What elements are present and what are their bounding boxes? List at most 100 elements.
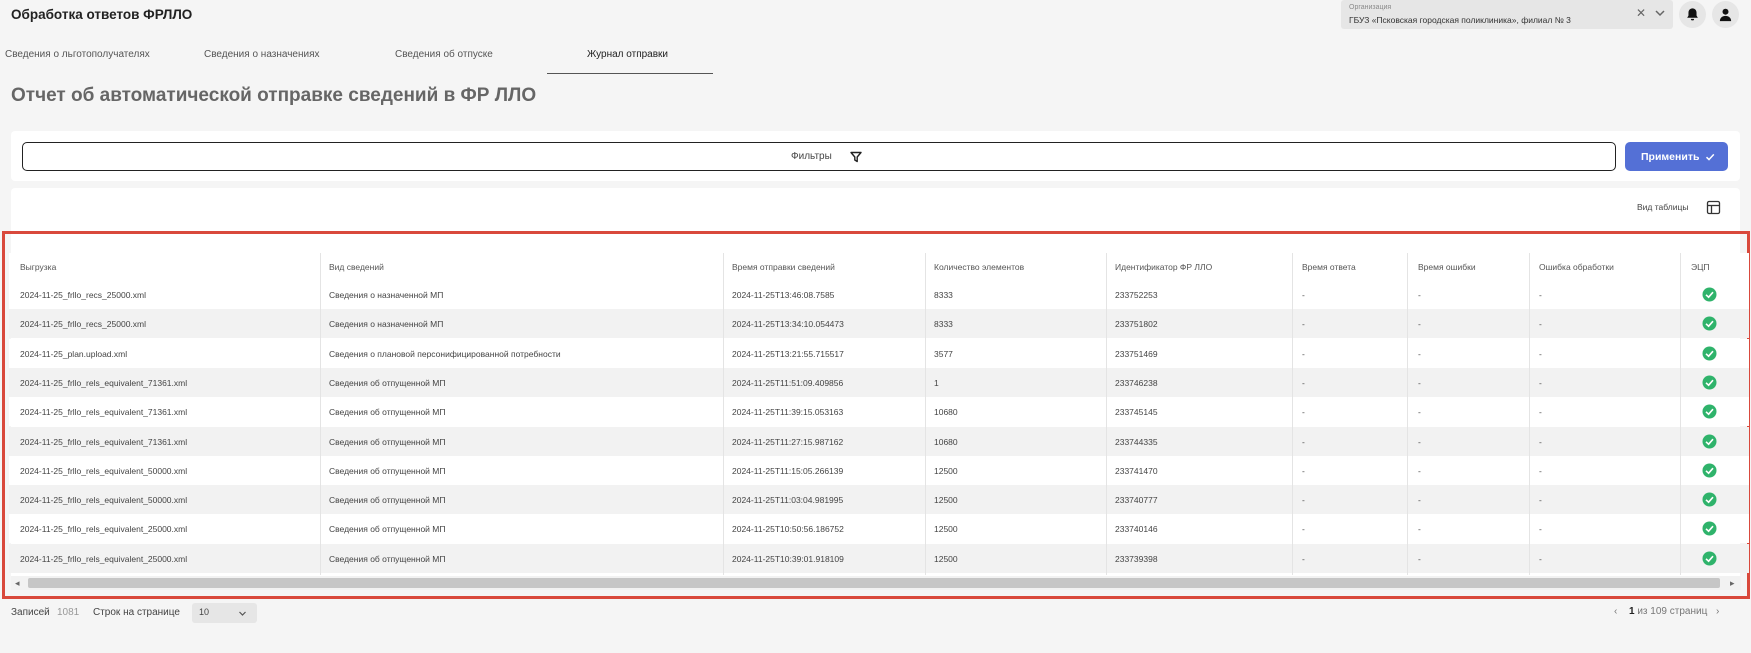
column-divider <box>1407 253 1408 575</box>
filters-button[interactable]: Фильтры <box>22 142 1616 171</box>
cell-frllo-id: 233740146 <box>1115 524 1158 535</box>
cell-sent-time: 2024-11-25T11:51:09.409856 <box>732 377 844 388</box>
app-title: Обработка ответов ФРЛЛО <box>11 7 193 22</box>
cell-error-time: - <box>1418 377 1421 388</box>
cell-frllo-id: 233751469 <box>1115 348 1158 359</box>
tabs-bar: Сведения о льготополучателях Сведения о … <box>0 36 1751 76</box>
column-divider <box>1292 253 1293 575</box>
cell-kind: Сведения об отпущенной МП <box>329 495 446 506</box>
check-circle-icon <box>1702 316 1717 331</box>
column-header-sent-time[interactable]: Время отправки сведений <box>732 262 835 272</box>
cell-count: 1 <box>934 377 939 388</box>
close-icon[interactable]: ✕ <box>1636 6 1646 20</box>
cell-kind: Сведения об отпущенной МП <box>329 524 446 535</box>
table-view-label[interactable]: Вид таблицы <box>1637 202 1688 212</box>
column-divider <box>320 253 321 575</box>
table-row[interactable]: 2024-11-25_frllo_rels_equivalent_25000.x… <box>9 514 1749 544</box>
column-header-frllo-id[interactable]: Идентификатор ФР ЛЛО <box>1115 262 1212 272</box>
cell-upload: 2024-11-25_frllo_rels_equivalent_71361.x… <box>20 377 188 388</box>
tab-send-log[interactable]: Журнал отправки <box>587 49 668 60</box>
scroll-thumb[interactable] <box>28 578 1720 588</box>
cell-response-time: - <box>1302 348 1305 359</box>
table-layout-icon[interactable] <box>1706 200 1721 215</box>
cell-upload: 2024-11-25_frllo_recs_25000.xml <box>20 290 147 300</box>
column-header-response-time[interactable]: Время ответа <box>1302 262 1356 272</box>
column-divider <box>925 253 926 575</box>
active-tab-indicator <box>547 73 713 74</box>
notifications-button[interactable] <box>1679 1 1706 28</box>
table-row[interactable]: 2024-11-25_frllo_rels_equivalent_50000.x… <box>9 485 1749 515</box>
table-row[interactable]: 2024-11-25_frllo_rels_equivalent_71361.x… <box>9 367 1749 397</box>
column-divider <box>1680 253 1681 575</box>
column-divider <box>723 253 724 575</box>
cell-frllo-id: 233740777 <box>1115 495 1158 506</box>
cell-count: 10680 <box>934 407 958 418</box>
cell-error-time: - <box>1418 290 1421 300</box>
cell-response-time: - <box>1302 436 1305 447</box>
cell-response-time: - <box>1302 465 1305 476</box>
cell-frllo-id: 233751802 <box>1115 319 1158 330</box>
rows-per-page-label: Строк на странице <box>93 607 180 618</box>
organization-select[interactable]: Организация ГБУЗ «Псковская городская по… <box>1341 0 1673 29</box>
table-row[interactable]: 2024-11-25_frllo_rels_equivalent_25000.x… <box>9 543 1749 573</box>
cell-processing-error: - <box>1539 377 1542 388</box>
page-indicator: 1 из 109 страниц <box>1629 606 1707 617</box>
horizontal-scrollbar[interactable]: ◂ ▸ <box>11 576 1741 590</box>
column-header-processing-error[interactable]: Ошибка обработки <box>1539 262 1614 272</box>
check-circle-icon <box>1702 551 1717 566</box>
cell-upload: 2024-11-25_frllo_rels_equivalent_50000.x… <box>20 465 188 476</box>
table-row[interactable]: 2024-11-25_frllo_rels_equivalent_50000.x… <box>9 455 1749 485</box>
apply-label: Применить <box>1641 151 1700 163</box>
scroll-left-icon[interactable]: ◂ <box>15 578 20 589</box>
column-header-error-time[interactable]: Время ошибки <box>1418 262 1476 272</box>
tab-dispensing[interactable]: Сведения об отпуске <box>395 49 493 60</box>
table-row[interactable]: 2024-11-25_frllo_rels_equivalent_71361.x… <box>9 397 1749 427</box>
cell-error-time: - <box>1418 436 1421 447</box>
cell-count: 12500 <box>934 524 958 535</box>
scroll-right-icon[interactable]: ▸ <box>1730 578 1735 589</box>
table-row[interactable]: 2024-11-25_frllo_recs_25000.xml Сведения … <box>9 309 1749 339</box>
top-bar: Обработка ответов ФРЛЛО Организация ГБУЗ… <box>0 0 1751 36</box>
cell-sent-time: 2024-11-25T11:15:05.266139 <box>732 465 844 476</box>
cell-kind: Сведения об отпущенной МП <box>329 465 446 476</box>
tab-prescriptions[interactable]: Сведения о назначениях <box>204 49 320 60</box>
column-header-upload[interactable]: Выгрузка <box>20 262 56 272</box>
chevron-down-icon[interactable] <box>1653 6 1667 20</box>
prev-page-icon[interactable]: ‹ <box>1614 606 1617 617</box>
user-icon <box>1719 8 1732 22</box>
profile-button[interactable] <box>1712 1 1739 28</box>
bell-icon <box>1687 8 1698 21</box>
cell-sent-time: 2024-11-25T11:39:15.053163 <box>732 407 844 418</box>
cell-sent-time: 2024-11-25T10:39:01.918109 <box>732 553 844 564</box>
cell-response-time: - <box>1302 524 1305 535</box>
cell-upload: 2024-11-25_frllo_rels_equivalent_71361.x… <box>20 407 188 418</box>
cell-count: 8333 <box>934 319 953 330</box>
cell-kind: Сведения об отпущенной МП <box>329 407 446 418</box>
column-header-signature[interactable]: ЭЦП <box>1691 262 1710 272</box>
table-row[interactable]: 2024-11-25_frllo_rels_equivalent_71361.x… <box>9 426 1749 456</box>
table-row[interactable]: 2024-11-25_frllo_recs_25000.xml Сведения … <box>9 280 1749 309</box>
next-page-icon[interactable]: › <box>1716 606 1719 617</box>
cell-processing-error: - <box>1539 319 1542 330</box>
cell-kind: Сведения о назначенной МП <box>329 319 444 330</box>
check-circle-icon <box>1702 463 1717 478</box>
cell-sent-time: 2024-11-25T13:46:08.7585 <box>732 290 835 300</box>
cell-processing-error: - <box>1539 348 1542 359</box>
cell-sent-time: 2024-11-25T10:50:56.186752 <box>732 524 844 535</box>
table-row[interactable]: 2024-11-25_plan.upload.xml Сведения о пла… <box>9 338 1749 368</box>
column-header-kind[interactable]: Вид сведений <box>329 262 384 272</box>
cell-error-time: - <box>1418 407 1421 418</box>
cell-processing-error: - <box>1539 290 1542 300</box>
rows-per-page-select[interactable]: 10 <box>192 603 257 623</box>
chevron-down-icon <box>239 611 246 616</box>
check-circle-icon <box>1702 492 1717 507</box>
cell-processing-error: - <box>1539 553 1542 564</box>
tab-beneficiaries[interactable]: Сведения о льготополучателях <box>5 49 150 60</box>
rows-per-page-value: 10 <box>199 607 210 617</box>
cell-upload: 2024-11-25_frllo_rels_equivalent_71361.x… <box>20 436 188 447</box>
cell-response-time: - <box>1302 553 1305 564</box>
apply-button[interactable]: Применить <box>1625 142 1728 171</box>
column-header-count[interactable]: Количество элементов <box>934 262 1024 272</box>
cell-count: 3577 <box>934 348 953 359</box>
filter-panel: Фильтры Применить <box>11 131 1740 181</box>
